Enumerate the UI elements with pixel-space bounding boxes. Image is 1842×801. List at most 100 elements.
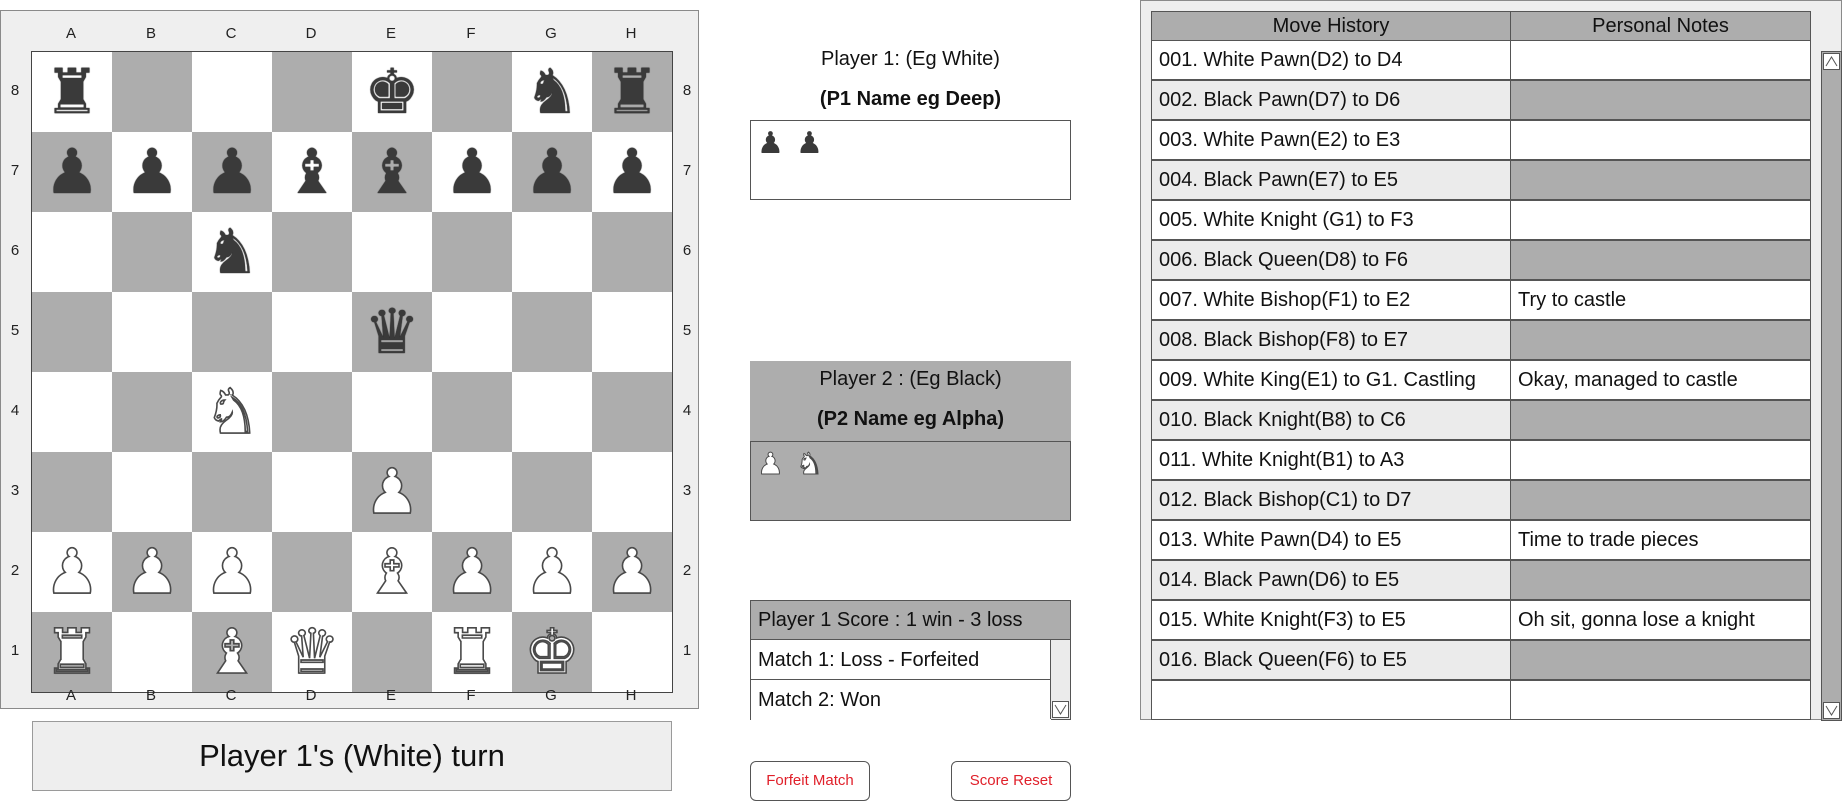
note-cell[interactable] — [1510, 120, 1811, 160]
chess-board[interactable]: ♜ ♚ ♞ ♜ ♟ ♟ ♟ ♝ ♝ ♟ ♟ ♟ ♞ ♛ ♞ ♟ ♟ ♟ ♟ ♝ ♟ ♟ ♟ ♜ ♝ ♛ ♜ ♚ — [31, 51, 673, 693]
black-knight-icon[interactable]: ♞ — [192, 212, 272, 292]
square-a4[interactable] — [32, 372, 112, 452]
white-pawn-icon[interactable]: ♟ — [192, 532, 272, 612]
square-d3[interactable] — [272, 452, 352, 532]
white-rook-icon[interactable]: ♜ — [432, 612, 512, 692]
note-cell[interactable] — [1510, 400, 1811, 440]
square-b5[interactable] — [112, 292, 192, 372]
square-c1[interactable]: ♝ — [192, 612, 272, 692]
black-pawn-icon[interactable]: ♟ — [512, 132, 592, 212]
square-d5[interactable] — [272, 292, 352, 372]
white-pawn-icon[interactable]: ♟ — [352, 452, 432, 532]
white-rook-icon[interactable]: ♜ — [32, 612, 112, 692]
history-row[interactable]: 005. White Knight (G1) to F3 — [1151, 200, 1811, 240]
note-cell[interactable]: Oh sit, gonna lose a knight — [1510, 600, 1811, 640]
white-pawn-icon[interactable]: ♟ — [592, 532, 672, 612]
square-f2[interactable]: ♟ — [432, 532, 512, 612]
square-h6[interactable] — [592, 212, 672, 292]
history-row[interactable]: 009. White King(E1) to G1. Castling Okay,… — [1151, 360, 1811, 400]
square-e8[interactable]: ♚ — [352, 52, 432, 132]
square-f7[interactable]: ♟ — [432, 132, 512, 212]
square-e7[interactable]: ♝ — [352, 132, 432, 212]
square-a3[interactable] — [32, 452, 112, 532]
square-f4[interactable] — [432, 372, 512, 452]
square-d8[interactable] — [272, 52, 352, 132]
black-pawn-icon[interactable]: ♟ — [192, 132, 272, 212]
square-d7[interactable]: ♝ — [272, 132, 352, 212]
square-b2[interactable]: ♟ — [112, 532, 192, 612]
scroll-up-icon[interactable] — [1823, 53, 1840, 70]
history-row[interactable]: 002. Black Pawn(D7) to D6 — [1151, 80, 1811, 120]
note-cell[interactable] — [1510, 680, 1811, 720]
black-queen-icon[interactable]: ♛ — [352, 292, 432, 372]
white-bishop-icon[interactable]: ♝ — [192, 612, 272, 692]
square-h3[interactable] — [592, 452, 672, 532]
history-row[interactable]: 004. Black Pawn(E7) to E5 — [1151, 160, 1811, 200]
history-row[interactable]: 003. White Pawn(E2) to E3 — [1151, 120, 1811, 160]
square-e6[interactable] — [352, 212, 432, 292]
square-b4[interactable] — [112, 372, 192, 452]
square-b3[interactable] — [112, 452, 192, 532]
white-pawn-icon[interactable]: ♟ — [512, 532, 592, 612]
square-h7[interactable]: ♟ — [592, 132, 672, 212]
note-cell[interactable] — [1510, 560, 1811, 600]
forfeit-match-button[interactable]: Forfeit Match — [750, 761, 870, 801]
history-scrollbar[interactable] — [1821, 51, 1842, 721]
score-reset-button[interactable]: Score Reset — [951, 761, 1071, 801]
square-d2[interactable] — [272, 532, 352, 612]
square-g4[interactable] — [512, 372, 592, 452]
square-a2[interactable]: ♟ — [32, 532, 112, 612]
square-g8[interactable]: ♞ — [512, 52, 592, 132]
square-f6[interactable] — [432, 212, 512, 292]
history-row[interactable]: 015. White Knight(F3) to E5 Oh sit, gonna… — [1151, 600, 1811, 640]
history-row[interactable]: 016. Black Queen(F6) to E5 — [1151, 640, 1811, 680]
history-row[interactable]: 008. Black Bishop(F8) to E7 — [1151, 320, 1811, 360]
square-f8[interactable] — [432, 52, 512, 132]
square-g2[interactable]: ♟ — [512, 532, 592, 612]
black-knight-icon[interactable]: ♞ — [512, 52, 592, 132]
history-row[interactable]: 001. White Pawn(D2) to D4 — [1151, 40, 1811, 80]
square-e5[interactable]: ♛ — [352, 292, 432, 372]
history-row[interactable]: 013. White Pawn(D4) to E5 Time to trade p… — [1151, 520, 1811, 560]
square-d4[interactable] — [272, 372, 352, 452]
square-c2[interactable]: ♟ — [192, 532, 272, 612]
black-pawn-icon[interactable]: ♟ — [592, 132, 672, 212]
history-row[interactable]: 010. Black Knight(B8) to C6 — [1151, 400, 1811, 440]
square-d1[interactable]: ♛ — [272, 612, 352, 692]
black-pawn-icon[interactable]: ♟ — [432, 132, 512, 212]
square-c7[interactable]: ♟ — [192, 132, 272, 212]
scroll-down-icon[interactable] — [1823, 702, 1840, 719]
note-cell[interactable] — [1510, 480, 1811, 520]
note-cell[interactable] — [1510, 440, 1811, 480]
square-a8[interactable]: ♜ — [32, 52, 112, 132]
history-row[interactable] — [1151, 680, 1811, 720]
square-a5[interactable] — [32, 292, 112, 372]
square-h2[interactable]: ♟ — [592, 532, 672, 612]
white-pawn-icon[interactable]: ♟ — [32, 532, 112, 612]
white-pawn-icon[interactable]: ♟ — [112, 532, 192, 612]
square-h1[interactable] — [592, 612, 672, 692]
square-f5[interactable] — [432, 292, 512, 372]
history-row[interactable]: 012. Black Bishop(C1) to D7 — [1151, 480, 1811, 520]
note-cell[interactable] — [1510, 160, 1811, 200]
square-e2[interactable]: ♝ — [352, 532, 432, 612]
square-e4[interactable] — [352, 372, 432, 452]
note-cell[interactable] — [1510, 240, 1811, 280]
square-g3[interactable] — [512, 452, 592, 532]
note-cell[interactable]: Okay, managed to castle — [1510, 360, 1811, 400]
history-row[interactable]: 011. White Knight(B1) to A3 — [1151, 440, 1811, 480]
history-row[interactable]: 007. White Bishop(F1) to E2 Try to castle — [1151, 280, 1811, 320]
square-c3[interactable] — [192, 452, 272, 532]
square-g1[interactable]: ♚ — [512, 612, 592, 692]
square-d6[interactable] — [272, 212, 352, 292]
note-cell[interactable] — [1510, 80, 1811, 120]
note-cell[interactable] — [1510, 320, 1811, 360]
square-a1[interactable]: ♜ — [32, 612, 112, 692]
square-c8[interactable] — [192, 52, 272, 132]
black-pawn-icon[interactable]: ♟ — [32, 132, 112, 212]
square-g5[interactable] — [512, 292, 592, 372]
black-bishop-icon[interactable]: ♝ — [352, 132, 432, 212]
history-row[interactable]: 006. Black Queen(D8) to F6 — [1151, 240, 1811, 280]
square-b1[interactable] — [112, 612, 192, 692]
note-cell[interactable] — [1510, 40, 1811, 80]
